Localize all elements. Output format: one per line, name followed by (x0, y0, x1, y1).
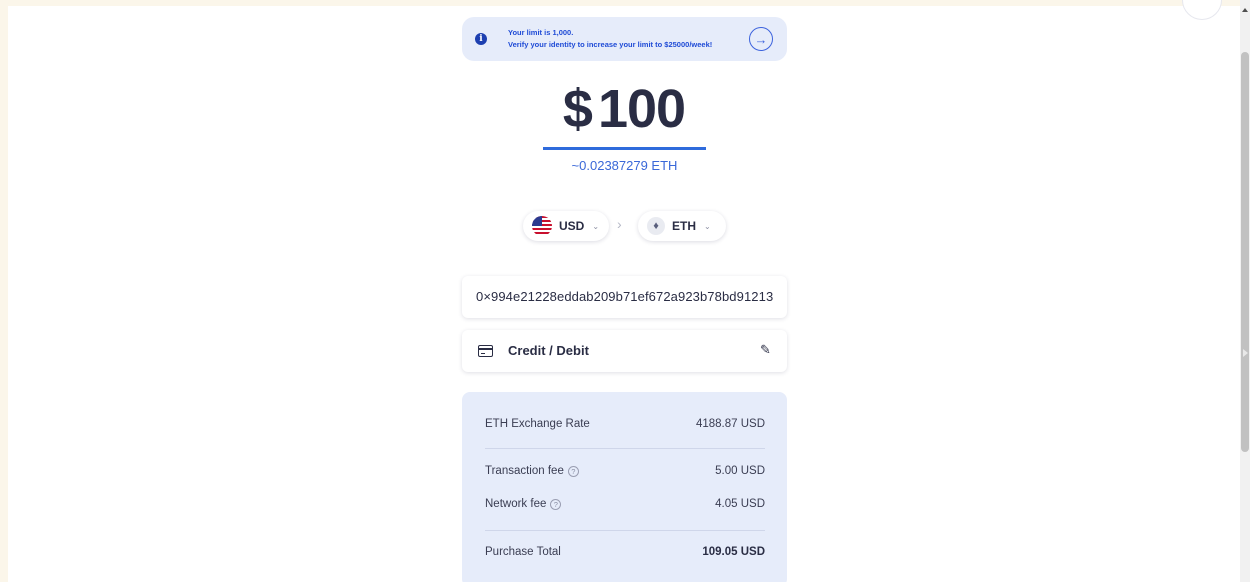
credit-card-icon (478, 345, 493, 357)
wallet-address: 0×994e21228eddab209b71ef672a923b78bd9121… (476, 289, 774, 304)
us-flag-icon (532, 216, 552, 236)
info-icon: i (475, 33, 487, 45)
exchange-rate-value: 4188.87 USD (695, 418, 765, 430)
payment-method[interactable]: Credit / Debit ✎ (462, 330, 787, 372)
to-currency-code: ETH (672, 219, 696, 233)
limit-notice: i Your limit is 1,000. Verify your ident… (462, 17, 787, 61)
amount-underline (543, 147, 706, 150)
network-fee-label: Network fee (485, 498, 547, 510)
help-icon[interactable]: ? (567, 465, 579, 477)
to-currency-select[interactable]: ♦ ETH ⌄ (638, 211, 726, 241)
transaction-fee-label: Transaction fee (485, 465, 564, 477)
from-currency-select[interactable]: USD ⌄ (523, 211, 609, 241)
amount-display[interactable]: $100 (542, 78, 706, 140)
ethereum-icon: ♦ (647, 217, 665, 235)
purchase-summary: ETH Exchange Rate 4188.87 USD Transactio… (462, 392, 787, 582)
arrow-right-icon[interactable]: → (749, 27, 773, 51)
transaction-fee-label-wrap: Transaction fee ? (485, 465, 579, 477)
scroll-thumb[interactable] (1241, 52, 1249, 452)
help-icon[interactable]: ? (550, 498, 562, 510)
currency-symbol: $ (562, 79, 593, 139)
network-fee-value: 4.05 USD (715, 498, 765, 510)
scroll-up-icon[interactable] (1242, 8, 1248, 12)
verify-text: Verify your identity to increase your li… (508, 40, 713, 49)
chevron-down-icon: ⌄ (592, 221, 600, 231)
from-currency-code: USD (559, 219, 585, 233)
cursor-icon (1243, 349, 1248, 357)
amount-value: 100 (597, 79, 686, 139)
divider (485, 448, 765, 449)
network-fee-label-wrap: Network fee ? (485, 498, 562, 510)
transaction-fee-value: 5.00 USD (715, 465, 765, 477)
purchase-total-value: 109.05 USD (702, 546, 765, 558)
eth-estimate: ~0.02387279 ETH (571, 158, 678, 173)
divider (485, 530, 765, 531)
chevron-right-icon: › (617, 216, 622, 232)
pencil-icon[interactable]: ✎ (760, 342, 771, 358)
wallet-address-field[interactable]: 0×994e21228eddab209b71ef672a923b78bd9121… (462, 276, 787, 318)
payment-method-label: Credit / Debit (508, 343, 589, 358)
exchange-rate-label: ETH Exchange Rate (485, 418, 590, 430)
purchase-total-label: Purchase Total (485, 546, 561, 558)
limit-text: Your limit is 1,000. (508, 28, 574, 37)
chevron-down-icon: ⌄ (704, 221, 711, 231)
